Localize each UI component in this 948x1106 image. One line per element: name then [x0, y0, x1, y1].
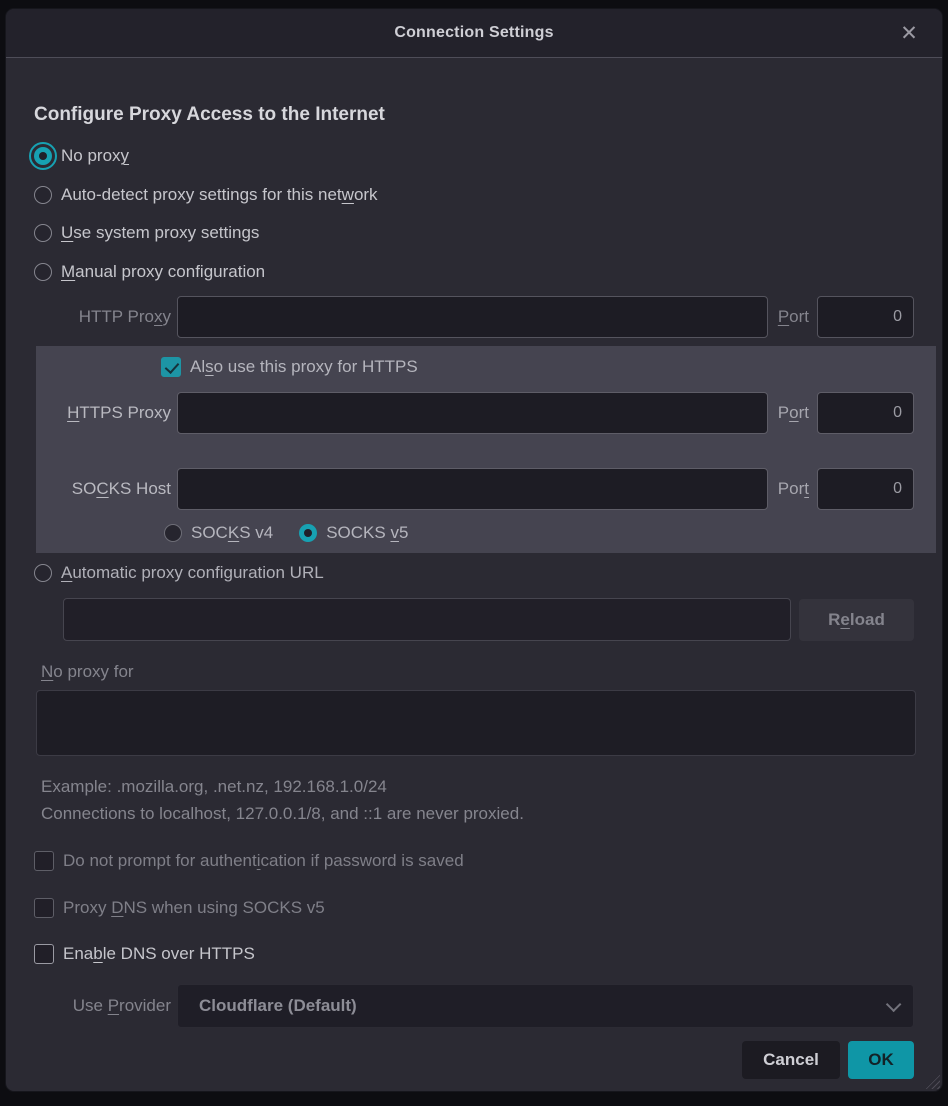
- https-socks-section: Also use this proxy for HTTPS HTTPS Prox…: [36, 346, 936, 553]
- close-icon: ✕: [900, 23, 918, 44]
- http-port-label: Port: [778, 307, 809, 327]
- provider-label: Use Provider: [34, 996, 171, 1016]
- socks-port-label: Port: [778, 479, 809, 499]
- radio-icon: [164, 524, 182, 542]
- radio-icon: [299, 524, 317, 542]
- socks-host-input[interactable]: [177, 468, 768, 510]
- checkbox-no-auth-prompt[interactable]: Do not prompt for authentication if pass…: [34, 849, 914, 873]
- https-port-input[interactable]: [817, 392, 914, 434]
- https-port-label: Port: [778, 403, 809, 423]
- titlebar: Connection Settings ✕: [6, 9, 942, 58]
- reload-button[interactable]: Reload: [799, 599, 914, 641]
- dialog-content: Configure Proxy Access to the Internet N…: [6, 58, 942, 1091]
- checkbox-icon: [34, 898, 54, 918]
- provider-row: Use Provider Cloudflare (Default): [34, 984, 914, 1028]
- radio-icon: [34, 263, 52, 281]
- checkbox-share-https-label: Also use this proxy for HTTPS: [190, 357, 418, 377]
- proxy-examples-text: Example: .mozilla.org, .net.nz, 192.168.…: [41, 777, 914, 798]
- http-port-input[interactable]: [817, 296, 914, 338]
- radio-auto-detect[interactable]: Auto-detect proxy settings for this netw…: [34, 183, 914, 207]
- checkbox-proxy-dns-socks5-label: Proxy DNS when using SOCKS v5: [63, 898, 325, 918]
- close-button[interactable]: ✕: [894, 9, 924, 57]
- radio-icon: [34, 186, 52, 204]
- radio-socks-v4-label: SOCKS v4: [191, 523, 273, 543]
- radio-auto-detect-label: Auto-detect proxy settings for this netw…: [61, 185, 378, 205]
- no-proxy-for-textarea[interactable]: [36, 690, 916, 756]
- radio-socks-v4[interactable]: SOCKS v4: [164, 521, 273, 545]
- checkbox-enable-doh-label: Enable DNS over HTTPS: [63, 944, 255, 964]
- radio-no-proxy-label: No proxy: [61, 146, 129, 166]
- cancel-button[interactable]: Cancel: [742, 1041, 840, 1079]
- checkbox-icon: [161, 357, 181, 377]
- https-proxy-input[interactable]: [177, 392, 768, 434]
- connection-settings-dialog: Connection Settings ✕ Configure Proxy Ac…: [5, 8, 943, 1092]
- checkbox-icon: [34, 944, 54, 964]
- radio-icon: [34, 224, 52, 242]
- https-proxy-row: HTTPS Proxy Port: [36, 392, 914, 434]
- http-proxy-input[interactable]: [177, 296, 768, 338]
- auto-url-input[interactable]: [63, 598, 791, 641]
- radio-icon: [34, 147, 52, 165]
- radio-auto-url[interactable]: Automatic proxy configuration URL: [34, 561, 914, 585]
- provider-select[interactable]: Cloudflare (Default): [177, 984, 914, 1028]
- socks-version-row: SOCKS v4 SOCKS v5: [164, 522, 914, 544]
- radio-manual-proxy[interactable]: Manual proxy configuration: [34, 260, 914, 284]
- checkbox-proxy-dns-socks5[interactable]: Proxy DNS when using SOCKS v5: [34, 896, 914, 920]
- socks-port-input[interactable]: [817, 468, 914, 510]
- chevron-down-icon: [886, 996, 902, 1012]
- no-proxy-for-label: No proxy for: [41, 662, 914, 684]
- checkbox-no-auth-prompt-label: Do not prompt for authentication if pass…: [63, 851, 464, 871]
- https-proxy-label: HTTPS Proxy: [36, 403, 171, 423]
- radio-socks-v5[interactable]: SOCKS v5: [299, 521, 408, 545]
- footer: Cancel OK: [34, 1041, 914, 1079]
- auto-url-row: Reload: [63, 598, 914, 641]
- radio-manual-proxy-label: Manual proxy configuration: [61, 262, 265, 282]
- http-proxy-label: HTTP Proxy: [34, 307, 171, 327]
- page-title: Configure Proxy Access to the Internet: [34, 104, 914, 129]
- provider-value: Cloudflare (Default): [199, 996, 886, 1016]
- radio-socks-v5-label: SOCKS v5: [326, 523, 408, 543]
- socks-host-label: SOCKS Host: [36, 479, 171, 499]
- radio-system-proxy-label: Use system proxy settings: [61, 223, 259, 243]
- http-proxy-row: HTTP Proxy Port: [34, 296, 914, 338]
- radio-auto-url-label: Automatic proxy configuration URL: [61, 563, 324, 583]
- radio-icon: [34, 564, 52, 582]
- socks-host-row: SOCKS Host Port: [36, 468, 914, 510]
- localhost-note-text: Connections to localhost, 127.0.0.1/8, a…: [41, 804, 914, 825]
- checkbox-icon: [34, 851, 54, 871]
- ok-button[interactable]: OK: [848, 1041, 914, 1079]
- radio-system-proxy[interactable]: Use system proxy settings: [34, 221, 914, 245]
- dialog-title: Connection Settings: [394, 24, 553, 42]
- checkbox-enable-doh[interactable]: Enable DNS over HTTPS: [34, 942, 914, 966]
- checkbox-share-https[interactable]: Also use this proxy for HTTPS: [161, 356, 914, 378]
- radio-no-proxy[interactable]: No proxy: [34, 144, 914, 168]
